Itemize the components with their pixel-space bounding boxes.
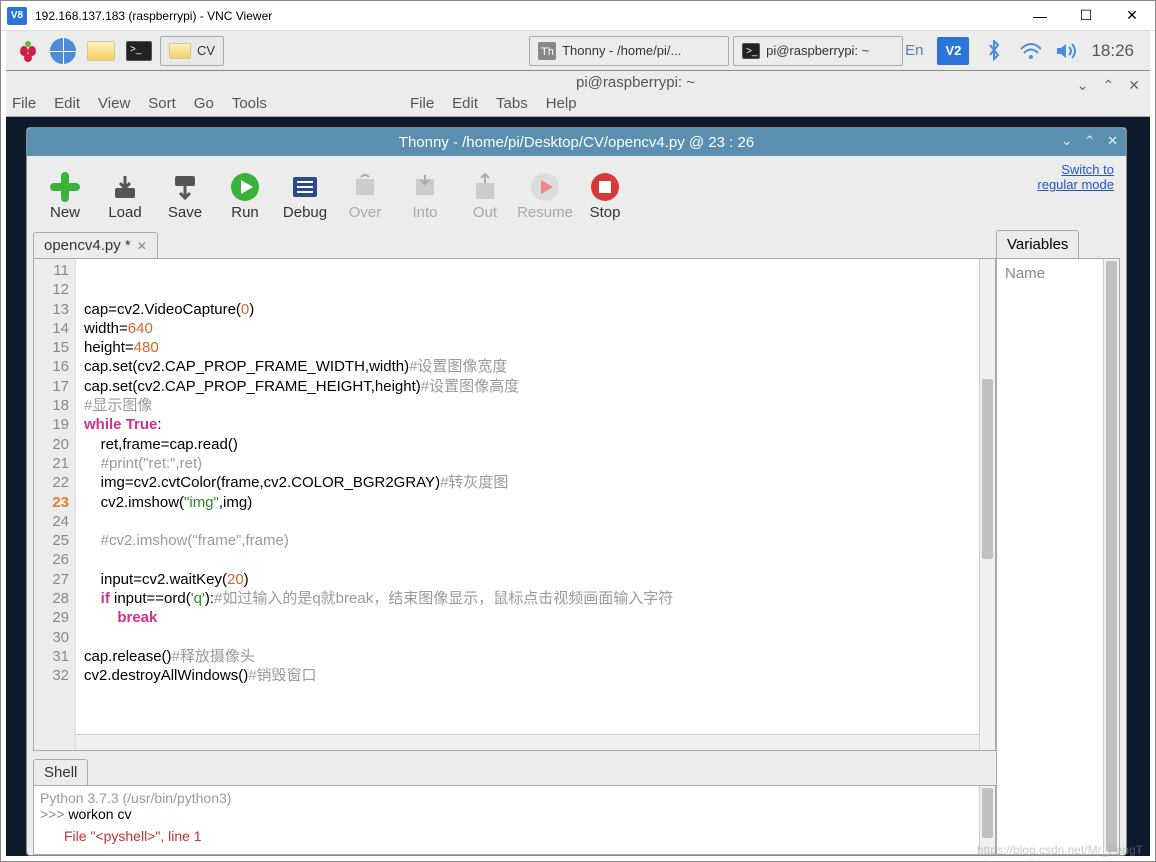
fm-menu-sort[interactable]: Sort (148, 95, 176, 112)
vnc-viewer-window: V8 192.168.137.183 (raspberrypi) - VNC V… (0, 0, 1156, 862)
vertical-scrollbar[interactable] (979, 259, 995, 750)
pi-taskbar: CV Th Thonny - /home/pi/... pi@raspberry… (6, 31, 1150, 71)
term-menu-file[interactable]: File (410, 95, 434, 112)
code-line-18[interactable]: #显示图像 (76, 396, 995, 415)
background-window-strip: pi@raspberrypi: ~ ⌄ ⌃ ✕ File Edit View Sort… (6, 71, 1150, 117)
terminal-title: pi@raspberrypi: ~ (576, 71, 1150, 91)
taskbar-task-thonny[interactable]: Th Thonny - /home/pi/... (529, 36, 729, 66)
variables-scrollbar[interactable] (1103, 259, 1119, 854)
vnc-titlebar[interactable]: V8 192.168.137.183 (raspberrypi) - VNC V… (1, 1, 1155, 31)
thonny-window: Thonny - /home/pi/Desktop/CV/opencv4.py … (26, 127, 1127, 856)
code-line-16[interactable]: cap.set(cv2.CAP_PROP_FRAME_WIDTH,width)#… (76, 357, 995, 376)
code-line-12[interactable] (76, 280, 995, 299)
resume-button: Resume (515, 168, 575, 221)
variables-name-header: Name (997, 259, 1119, 288)
run-button[interactable]: Run (215, 168, 275, 221)
vnc-tray-icon[interactable]: V2 (937, 37, 969, 65)
code-line-14[interactable]: width=640 (76, 319, 995, 338)
code-line-31[interactable]: cap.release()#释放摄像头 (76, 647, 995, 666)
thonny-maximize-icon[interactable]: ⌃ (1084, 133, 1095, 149)
terminal-icon[interactable] (122, 36, 156, 66)
code-line-27[interactable]: input=cv2.waitKey(20) (76, 570, 995, 589)
watermark: https://blog.csdn.net/Mr_FengT (977, 843, 1143, 857)
code-line-25[interactable]: #cv2.imshow("frame",frame) (76, 531, 995, 550)
bg-maximize-icon[interactable]: ⌃ (1103, 77, 1115, 94)
save-button[interactable]: Save (155, 168, 215, 221)
file-manager-icon[interactable] (84, 36, 118, 66)
vnc-maximize-button[interactable]: ☐ (1063, 1, 1109, 30)
switch-mode-link[interactable]: Switch to regular mode (1037, 162, 1114, 192)
editor-tab[interactable]: opencv4.py * ✕ (33, 232, 158, 258)
fm-menu-tools[interactable]: Tools (232, 95, 267, 112)
shell-error: File "<pyshell>", line 1 (64, 828, 989, 844)
code-line-29[interactable]: break (76, 608, 995, 627)
vnc-close-button[interactable]: ✕ (1109, 1, 1155, 30)
fm-menu-file[interactable]: File (12, 95, 36, 112)
taskbar-task-terminal[interactable]: pi@raspberrypi: ~ (733, 36, 903, 66)
code-line-11[interactable] (76, 261, 995, 280)
wifi-icon[interactable] (1019, 40, 1041, 62)
fm-menu-view[interactable]: View (98, 95, 130, 112)
shell-panel[interactable]: Python 3.7.3 (/usr/bin/python3) >>> work… (33, 785, 996, 855)
code-line-17[interactable]: cap.set(cv2.CAP_PROP_FRAME_HEIGHT,height… (76, 377, 995, 396)
bg-close-icon[interactable]: ✕ (1128, 77, 1140, 94)
code-line-24[interactable] (76, 512, 995, 531)
thonny-titlebar[interactable]: Thonny - /home/pi/Desktop/CV/opencv4.py … (27, 128, 1126, 156)
remote-desktop: CV Th Thonny - /home/pi/... pi@raspberry… (6, 31, 1150, 856)
into-button: Into (395, 168, 455, 221)
stop-button[interactable]: Stop (575, 168, 635, 221)
new-button[interactable]: New (35, 168, 95, 221)
fm-menu-go[interactable]: Go (194, 95, 214, 112)
load-button[interactable]: Load (95, 168, 155, 221)
code-line-19[interactable]: while True: (76, 415, 995, 434)
code-line-23[interactable]: cv2.imshow("img",img) (76, 493, 995, 512)
code-line-30[interactable] (76, 628, 995, 647)
volume-icon[interactable] (1055, 40, 1077, 62)
variables-tab[interactable]: Variables (996, 230, 1079, 258)
code-editor[interactable]: 1112131415161718192021222324252627282930… (33, 258, 996, 751)
svg-text:Th: Th (541, 46, 554, 58)
fm-menu-edit[interactable]: Edit (54, 95, 80, 112)
term-menu-tabs[interactable]: Tabs (496, 95, 528, 112)
code-area[interactable]: cap=cv2.VideoCapture(0)width=640height=4… (76, 259, 995, 750)
code-line-15[interactable]: height=480 (76, 338, 995, 357)
code-line-13[interactable]: cap=cv2.VideoCapture(0) (76, 300, 995, 319)
close-tab-icon[interactable]: ✕ (137, 239, 147, 253)
out-button: Out (455, 168, 515, 221)
thonny-toolbar: New Load Save Run Debug (27, 156, 1126, 230)
language-indicator[interactable]: En (905, 42, 923, 59)
clock[interactable]: 18:26 (1091, 41, 1134, 61)
term-menu-help[interactable]: Help (546, 95, 577, 112)
bg-minimize-icon[interactable]: ⌄ (1077, 77, 1089, 94)
thonny-close-icon[interactable]: ✕ (1107, 133, 1118, 149)
taskbar-folder-cv[interactable]: CV (160, 36, 224, 66)
vnc-minimize-button[interactable]: — (1017, 1, 1063, 30)
code-line-22[interactable]: img=cv2.cvtColor(frame,cv2.COLOR_BGR2GRA… (76, 473, 995, 492)
over-button: Over (335, 168, 395, 221)
line-gutter: 1112131415161718192021222324252627282930… (34, 259, 76, 750)
code-line-26[interactable] (76, 550, 995, 569)
code-line-28[interactable]: if input==ord('q'):#如过输入的是q就break，结束图像显示… (76, 589, 995, 608)
horizontal-scrollbar[interactable] (76, 734, 979, 750)
bluetooth-icon[interactable] (983, 40, 1005, 62)
browser-icon[interactable] (46, 36, 80, 66)
shell-header: Python 3.7.3 (/usr/bin/python3) (40, 790, 989, 806)
code-line-20[interactable]: ret,frame=cap.read() (76, 435, 995, 454)
variables-panel: Name (996, 258, 1120, 855)
code-line-21[interactable]: #print("ret:",ret) (76, 454, 995, 473)
code-line-32[interactable]: cv2.destroyAllWindows()#销毁窗口 (76, 666, 995, 685)
thonny-minimize-icon[interactable]: ⌄ (1061, 133, 1072, 149)
vnc-app-icon: V8 (7, 7, 27, 25)
debug-button[interactable]: Debug (275, 168, 335, 221)
term-menu-edit[interactable]: Edit (452, 95, 478, 112)
raspberry-menu-icon[interactable] (12, 35, 44, 67)
vnc-title: 192.168.137.183 (raspberrypi) - VNC View… (35, 9, 272, 23)
shell-tab[interactable]: Shell (33, 759, 88, 785)
